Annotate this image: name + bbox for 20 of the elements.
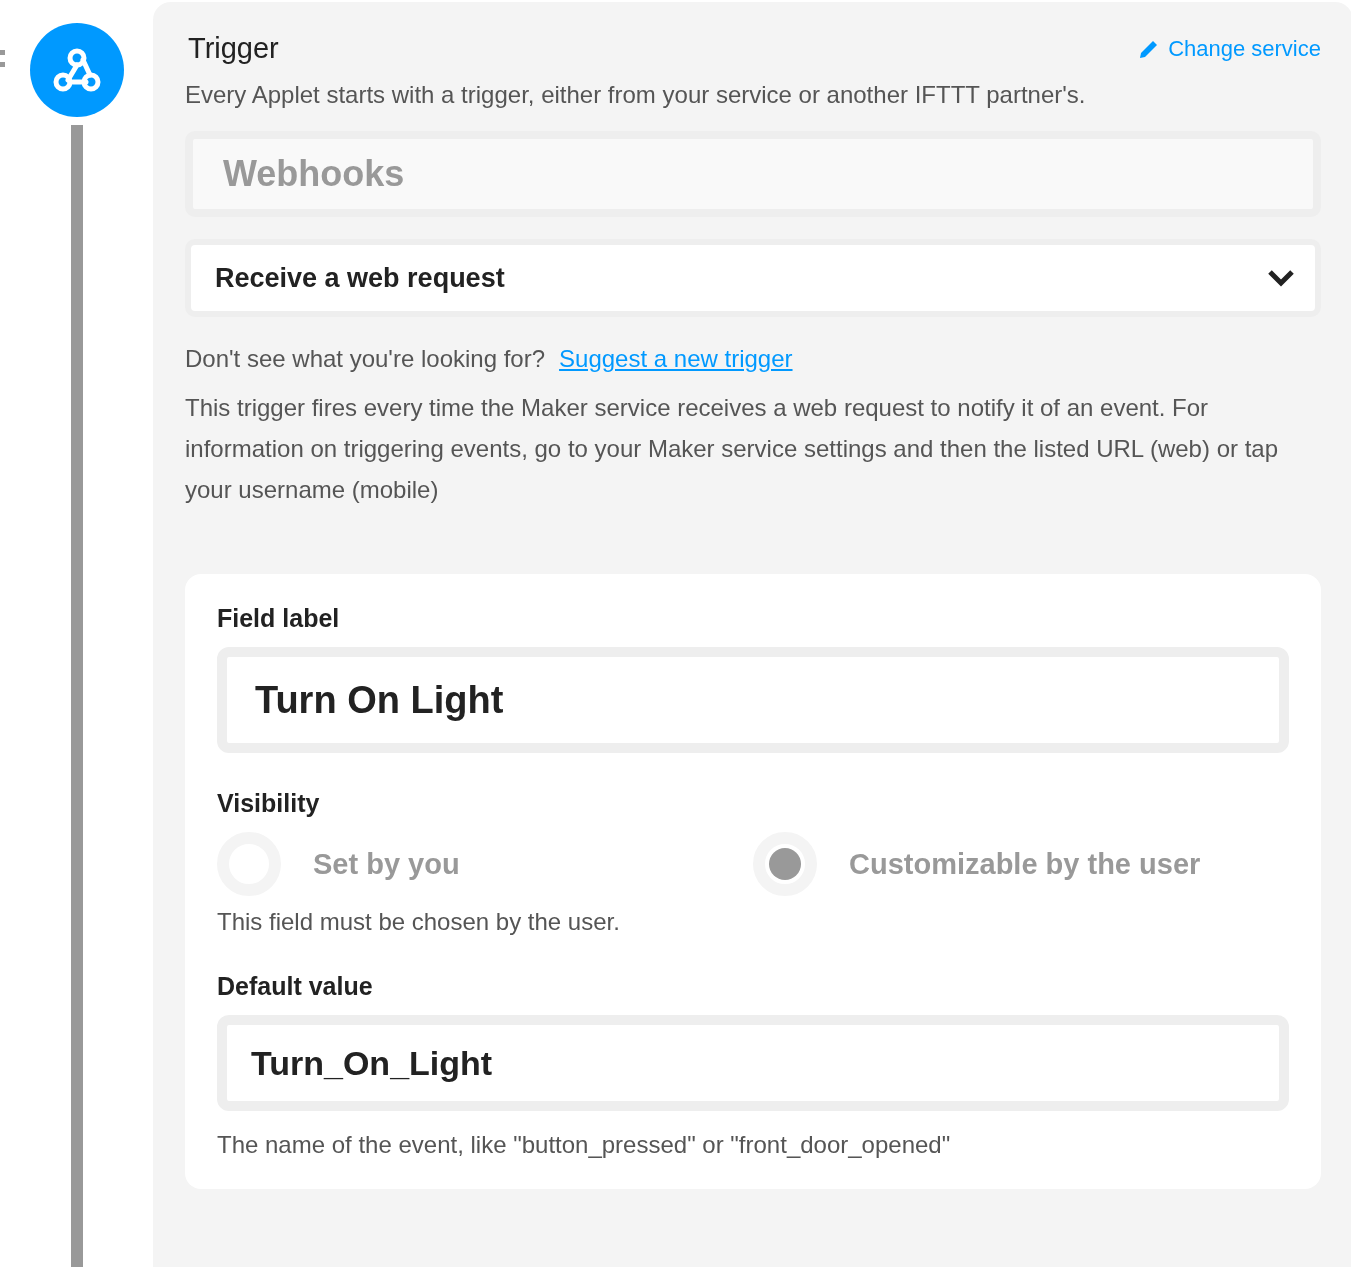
trigger-help-text: This trigger fires every time the Maker service receives a web request to notify it of an event. For information on triggering events, go to your Maker service settings and then the listed URL (web) or tap your username (mobile) [185, 393, 1279, 505]
drag-handle-icon[interactable] [0, 50, 5, 68]
service-field[interactable]: Webhooks [185, 131, 1321, 217]
default-value-input[interactable]: Turn_On_Light [217, 1015, 1289, 1111]
default-value-hint: The name of the event, like "button_pressed" or "front_door_opened" [217, 1131, 952, 1159]
change-service-link[interactable]: Change service [1138, 35, 1321, 62]
help-question: Don't see what you're looking for? [185, 345, 546, 373]
field-label-input[interactable]: Turn On Light [217, 647, 1289, 753]
section-title: Trigger [188, 32, 279, 65]
webhook-icon [51, 46, 102, 94]
section-description: Every Applet starts with a trigger, either from your service or another IFTTT partner's. [185, 81, 1087, 109]
default-value-heading: Default value [217, 972, 374, 1001]
suggest-trigger-link[interactable]: Suggest a new trigger [559, 345, 793, 373]
field-label-heading: Field label [217, 604, 341, 633]
visibility-heading: Visibility [217, 789, 321, 818]
chevron-down-icon [1267, 269, 1295, 287]
visibility-option[interactable]: Customizable by the user [753, 832, 1289, 896]
visibility-option[interactable]: Set by you [217, 832, 753, 896]
trigger-dropdown[interactable]: Receive a web request [185, 239, 1321, 317]
visibility-note: This field must be chosen by the user. [217, 908, 621, 936]
